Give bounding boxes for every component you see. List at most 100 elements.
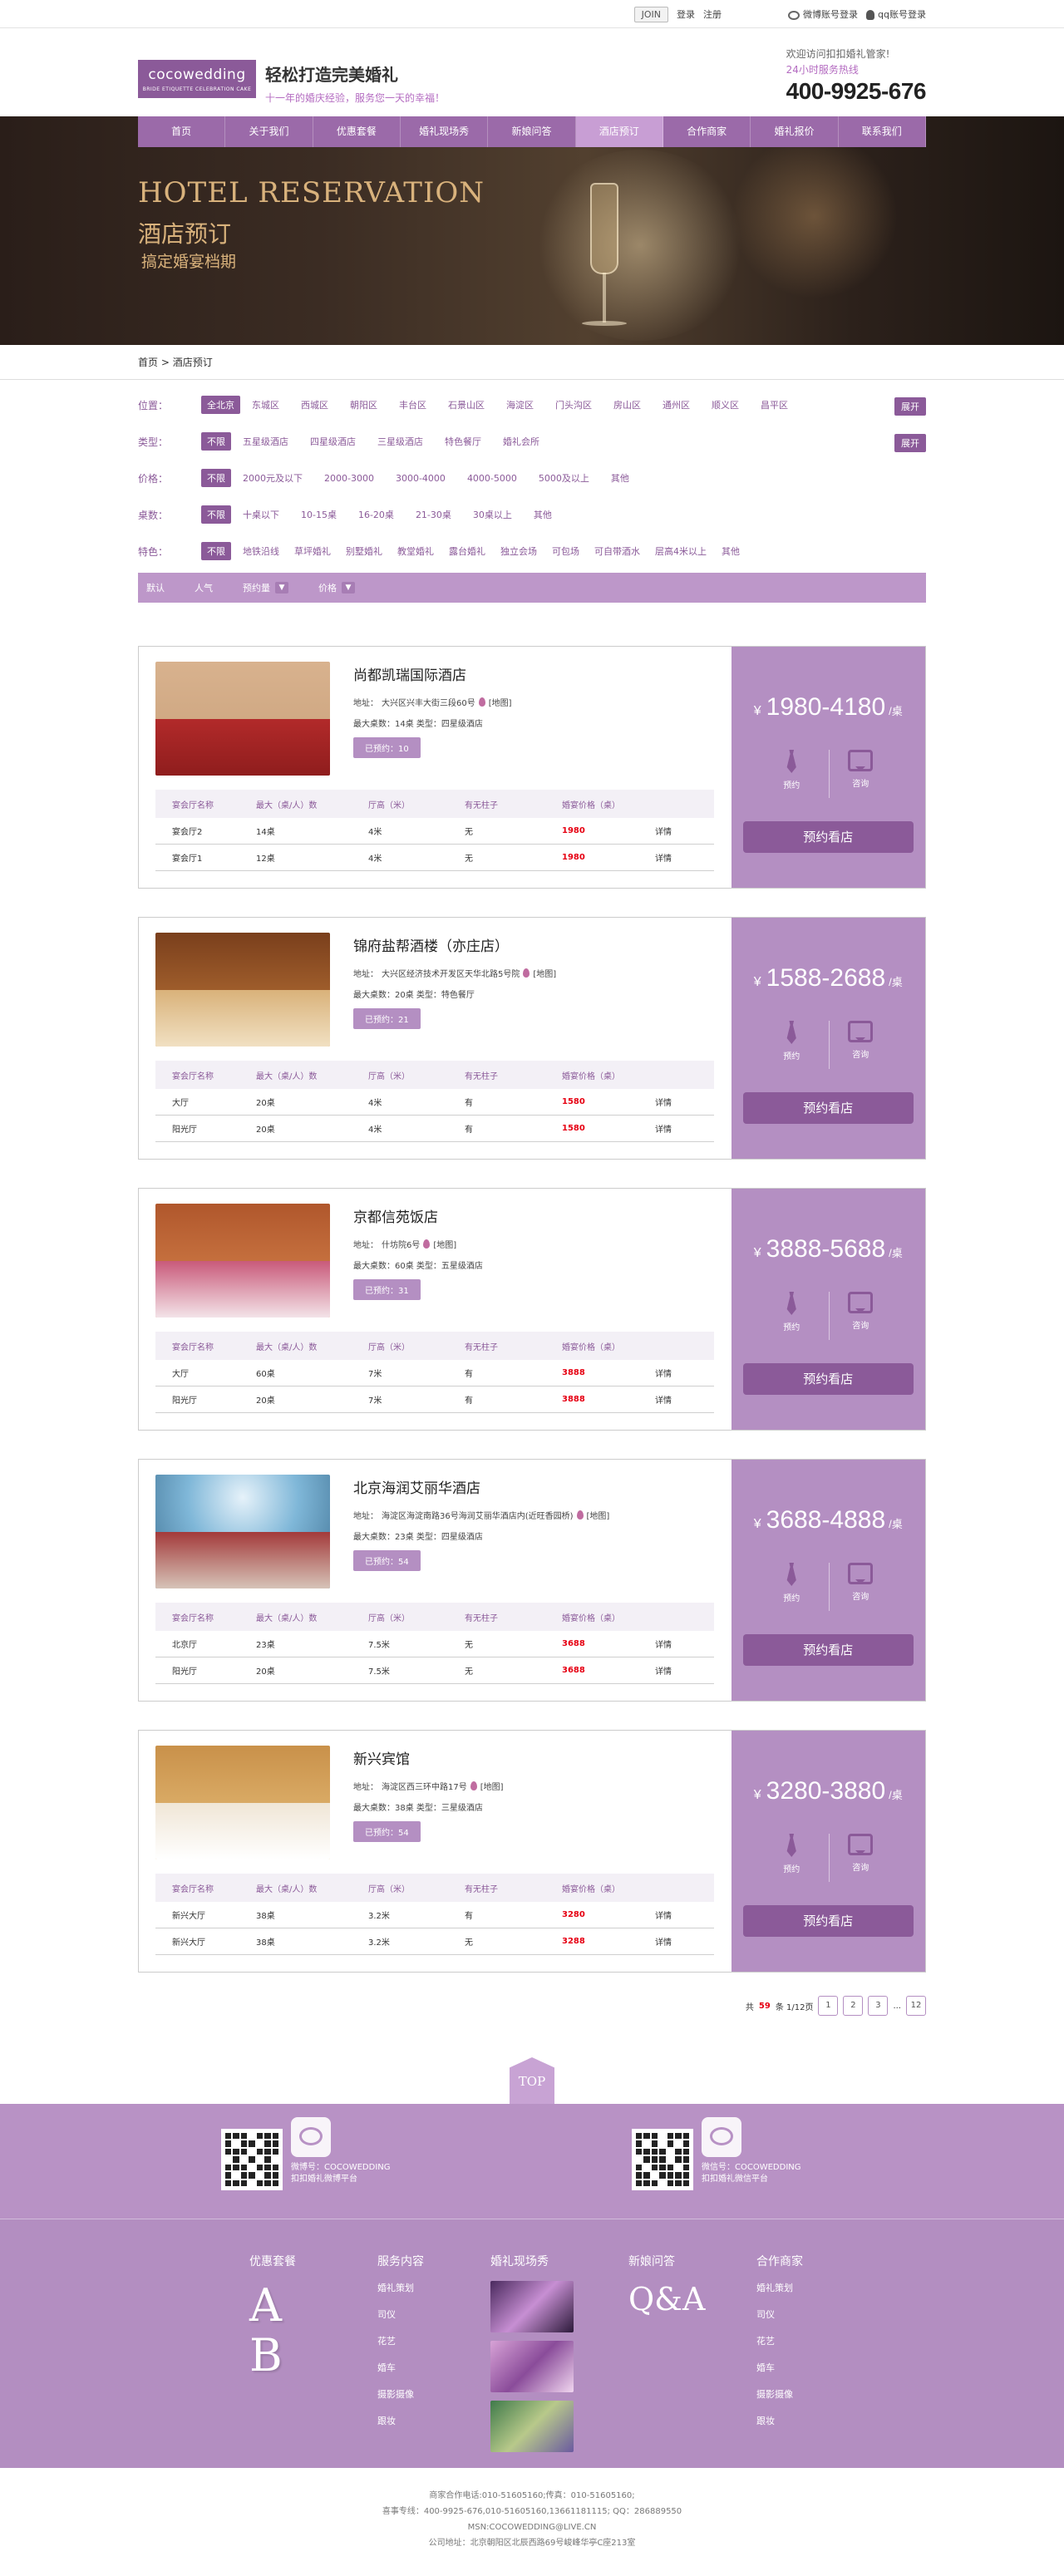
consult-action[interactable]: 咨询	[848, 1021, 874, 1061]
nav-contact[interactable]: 联系我们	[839, 116, 926, 147]
register-link[interactable]: 注册	[703, 7, 722, 21]
book-visit-button[interactable]: 预约看店	[742, 1634, 914, 1666]
reserve-action[interactable]: 预约	[783, 1563, 800, 1603]
detail-link[interactable]: 详情	[632, 1664, 714, 1677]
filter-option[interactable]: 可包场	[552, 544, 579, 558]
wedding-show-photo[interactable]	[490, 2281, 574, 2332]
filter-option[interactable]: 三星级酒店	[377, 435, 423, 448]
hotel-photo[interactable]	[155, 933, 330, 1047]
reserve-action[interactable]: 预约	[783, 1292, 800, 1332]
page-button[interactable]: 1	[818, 1996, 839, 2016]
sort-default[interactable]: 默认	[146, 581, 165, 594]
filter-option[interactable]: 露台婚礼	[449, 544, 485, 558]
package-b[interactable]: B	[249, 2331, 296, 2381]
page-button[interactable]: 3	[868, 1996, 889, 2016]
nav-bride-qa[interactable]: 新娘问答	[488, 116, 576, 147]
nav-pricing[interactable]: 婚礼报价	[751, 116, 839, 147]
book-visit-button[interactable]: 预约看店	[742, 1092, 914, 1124]
filter-option[interactable]: 21-30桌	[416, 508, 451, 521]
filter-option[interactable]: 2000-3000	[324, 473, 374, 484]
expand-button[interactable]: 展开	[894, 397, 926, 416]
filter-option[interactable]: 十桌以下	[243, 508, 279, 521]
filter-option[interactable]: 婚礼会所	[503, 435, 539, 448]
book-visit-button[interactable]: 预约看店	[742, 1363, 914, 1395]
expand-button[interactable]: 展开	[894, 434, 926, 452]
detail-link[interactable]: 详情	[632, 1638, 714, 1650]
footer-link[interactable]: 婚车	[756, 2361, 803, 2374]
page-button[interactable]: 2	[843, 1996, 864, 2016]
book-visit-button[interactable]: 预约看店	[742, 821, 914, 853]
weibo-login-link[interactable]: 微博账号登录	[788, 7, 858, 21]
detail-link[interactable]: 详情	[632, 851, 714, 864]
footer-link[interactable]: 婚车	[377, 2361, 424, 2374]
filter-option[interactable]: 4000-5000	[467, 473, 517, 484]
filter-option[interactable]: 房山区	[613, 398, 641, 411]
map-link[interactable]: [地图]	[480, 1780, 504, 1792]
detail-link[interactable]: 详情	[632, 1096, 714, 1108]
nav-wedding-show[interactable]: 婚礼现场秀	[401, 116, 489, 147]
book-visit-button[interactable]: 预约看店	[742, 1905, 914, 1937]
footer-link[interactable]: 司仪	[377, 2308, 424, 2321]
footer-link[interactable]: 摄影摄像	[377, 2387, 424, 2401]
filter-option[interactable]: 丰台区	[399, 398, 426, 411]
filter-option[interactable]: 30桌以上	[473, 508, 512, 521]
hotel-photo[interactable]	[155, 1475, 330, 1588]
detail-link[interactable]: 详情	[632, 1909, 714, 1921]
filter-option[interactable]: 通州区	[663, 398, 690, 411]
wedding-show-photo[interactable]	[490, 2401, 574, 2452]
hotel-photo[interactable]	[155, 662, 330, 776]
consult-action[interactable]: 咨询	[848, 750, 874, 791]
detail-link[interactable]: 详情	[632, 1367, 714, 1379]
footer-link[interactable]: 司仪	[756, 2308, 803, 2321]
nav-about[interactable]: 关于我们	[225, 116, 313, 147]
map-link[interactable]: [地图]	[433, 1238, 456, 1250]
filter-option-selected[interactable]: 不限	[201, 469, 231, 487]
filter-option-selected[interactable]: 全北京	[201, 396, 240, 414]
filter-option[interactable]: 草坪婚礼	[294, 544, 331, 558]
sort-popular[interactable]: 人气	[195, 581, 213, 594]
reserve-action[interactable]: 预约	[783, 1021, 800, 1061]
filter-option[interactable]: 东城区	[252, 398, 279, 411]
hotel-name[interactable]: 京都信苑饭店	[353, 1205, 483, 1226]
filter-option[interactable]: 5000及以上	[539, 471, 589, 485]
filter-option[interactable]: 石景山区	[448, 398, 485, 411]
filter-option[interactable]: 其他	[722, 544, 740, 558]
filter-option[interactable]: 3000-4000	[396, 473, 446, 484]
filter-option[interactable]: 2000元及以下	[243, 471, 303, 485]
hotel-photo[interactable]	[155, 1746, 330, 1859]
filter-option-selected[interactable]: 不限	[201, 542, 231, 560]
page-button[interactable]: 12	[906, 1996, 926, 2016]
filter-option[interactable]: 朝阳区	[350, 398, 377, 411]
filter-option[interactable]: 其他	[611, 471, 629, 485]
hotel-name[interactable]: 新兴宾馆	[353, 1747, 504, 1768]
qa-logo[interactable]: Q&A	[628, 2281, 705, 2317]
filter-option[interactable]: 别墅婚礼	[346, 544, 382, 558]
logo[interactable]: cocowedding BRIDE ETIQUETTE CELEBRATION …	[138, 60, 256, 98]
filter-option[interactable]: 昌平区	[761, 398, 788, 411]
nav-hotel-booking[interactable]: 酒店预订	[575, 116, 663, 147]
filter-option[interactable]: 顺义区	[712, 398, 739, 411]
map-link[interactable]: [地图]	[489, 696, 512, 708]
package-a[interactable]: A	[249, 2281, 296, 2331]
filter-option[interactable]: 门头沟区	[555, 398, 592, 411]
nav-packages[interactable]: 优惠套餐	[313, 116, 401, 147]
filter-option-selected[interactable]: 不限	[201, 432, 231, 451]
filter-option[interactable]: 10-15桌	[301, 508, 337, 521]
wedding-show-photo[interactable]	[490, 2341, 574, 2392]
detail-link[interactable]: 详情	[632, 1935, 714, 1948]
filter-option[interactable]: 其他	[534, 508, 552, 521]
footer-link[interactable]: 婚礼策划	[756, 2281, 803, 2294]
filter-option[interactable]: 地铁沿线	[243, 544, 279, 558]
map-link[interactable]: [地图]	[533, 967, 556, 979]
filter-option-selected[interactable]: 不限	[201, 505, 231, 524]
sort-price[interactable]: 价格 ▼	[318, 581, 355, 594]
filter-option[interactable]: 特色餐厅	[445, 435, 481, 448]
filter-option[interactable]: 教堂婚礼	[397, 544, 434, 558]
filter-option[interactable]: 西城区	[301, 398, 328, 411]
reserve-action[interactable]: 预约	[783, 750, 800, 791]
consult-action[interactable]: 咨询	[848, 1292, 874, 1332]
filter-option[interactable]: 可自带酒水	[594, 544, 640, 558]
qq-login-link[interactable]: qq账号登录	[866, 7, 926, 21]
footer-link[interactable]: 婚礼策划	[377, 2281, 424, 2294]
hotel-name[interactable]: 北京海润艾丽华酒店	[353, 1476, 609, 1497]
